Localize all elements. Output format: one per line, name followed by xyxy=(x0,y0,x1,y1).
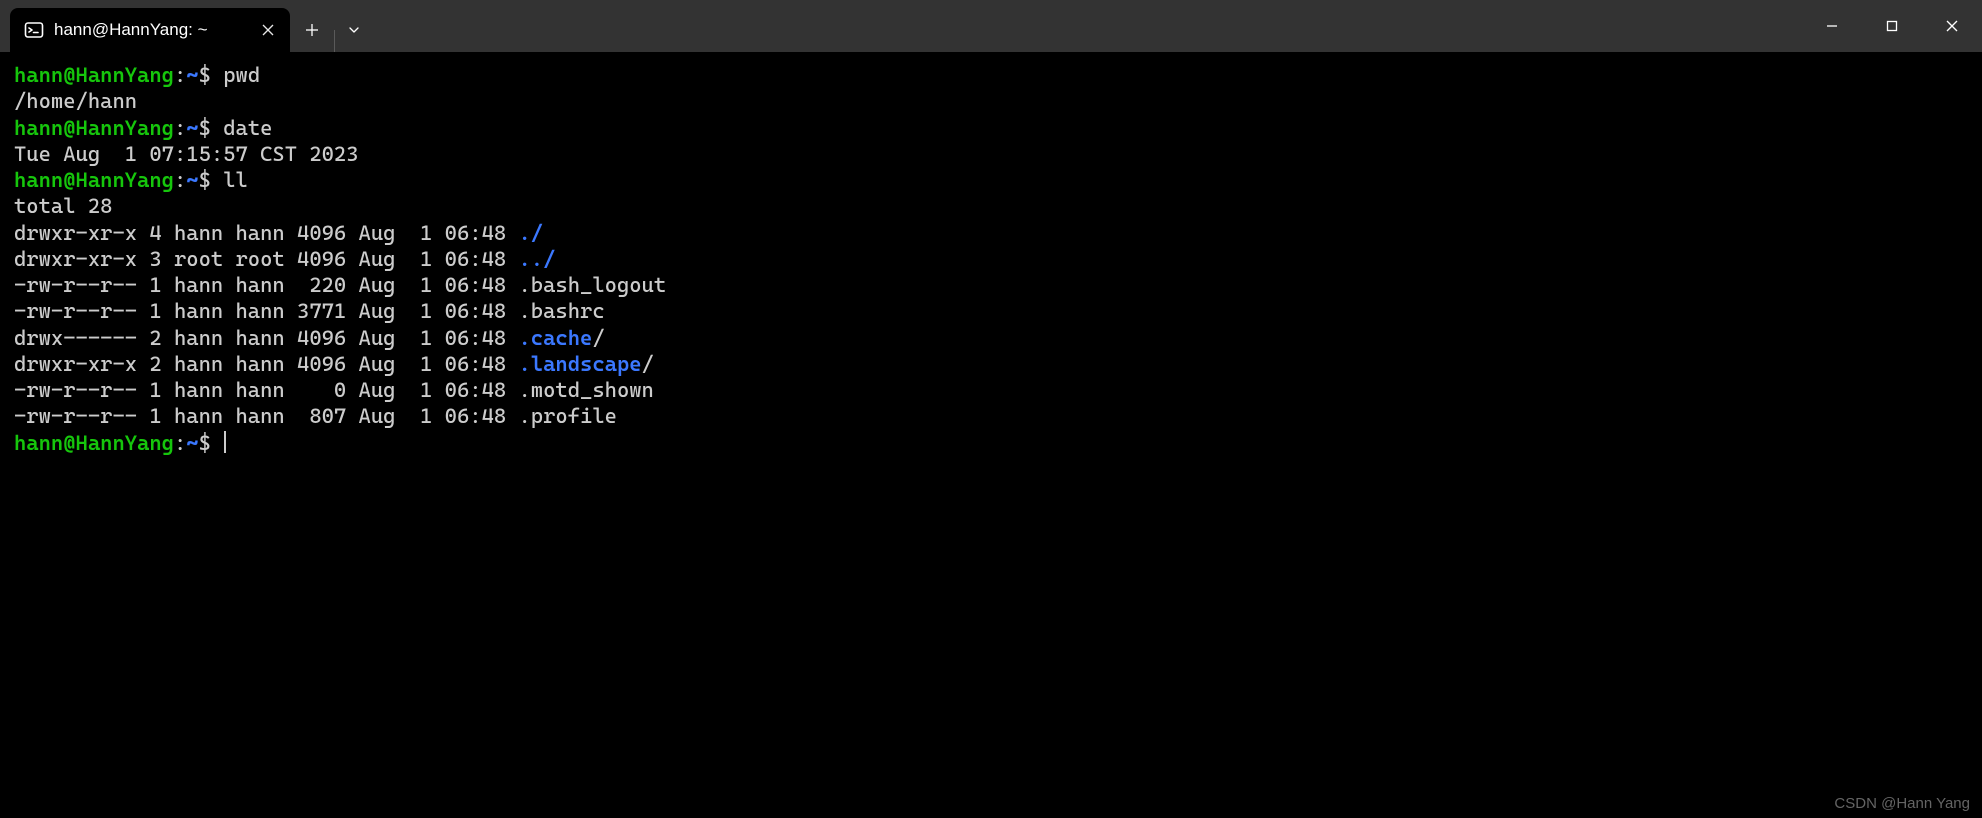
command-text: ll xyxy=(223,168,248,192)
prompt-separator: : xyxy=(174,63,186,87)
prompt-symbol: $ xyxy=(199,431,224,455)
tab-active[interactable]: hann@HannYang: ~ xyxy=(10,8,290,52)
tab-title: hann@HannYang: ~ xyxy=(54,20,250,40)
output-line: -rw-r--r-- 1 hann hann 3771 Aug 1 06:48 … xyxy=(14,298,1968,324)
ll-suffix: / xyxy=(592,326,604,350)
close-icon[interactable] xyxy=(260,22,276,38)
prompt-user-host: hann@HannYang xyxy=(14,116,174,140)
tabs-area: hann@HannYang: ~ xyxy=(0,0,373,52)
prompt-user-host: hann@HannYang xyxy=(14,63,174,87)
output-text: /home/hann xyxy=(14,89,137,113)
output-line: -rw-r--r-- 1 hann hann 807 Aug 1 06:48 .… xyxy=(14,403,1968,429)
titlebar: hann@HannYang: ~ xyxy=(0,0,1982,52)
ll-name: .landscape xyxy=(519,352,642,376)
terminal-icon xyxy=(24,20,44,40)
ll-meta: drwxr-xr-x 4 hann hann 4096 Aug 1 06:48 xyxy=(14,221,519,245)
cursor xyxy=(224,431,226,453)
prompt-separator: : xyxy=(174,168,186,192)
prompt-path: ~ xyxy=(186,116,198,140)
prompt-user-host: hann@HannYang xyxy=(14,431,174,455)
ll-name: .bash_logout xyxy=(519,273,667,297)
terminal-window: hann@HannYang: ~ xyxy=(0,0,1982,818)
prompt-symbol: $ xyxy=(199,168,224,192)
window-close-button[interactable] xyxy=(1922,0,1982,52)
ll-name: ./ xyxy=(519,221,544,245)
terminal-body[interactable]: hann@HannYang:~$ pwd/home/hannhann@HannY… xyxy=(0,52,1982,818)
prompt-line: hann@HannYang:~$ pwd xyxy=(14,62,1968,88)
output-line: drwx------ 2 hann hann 4096 Aug 1 06:48 … xyxy=(14,325,1968,351)
minimize-button[interactable] xyxy=(1802,0,1862,52)
ll-name: .profile xyxy=(519,404,617,428)
output-line: -rw-r--r-- 1 hann hann 220 Aug 1 06:48 .… xyxy=(14,272,1968,298)
prompt-separator: : xyxy=(174,431,186,455)
output-line: drwxr-xr-x 2 hann hann 4096 Aug 1 06:48 … xyxy=(14,351,1968,377)
output-line: drwxr-xr-x 4 hann hann 4096 Aug 1 06:48 … xyxy=(14,220,1968,246)
ll-meta: -rw-r--r-- 1 hann hann 0 Aug 1 06:48 xyxy=(14,378,519,402)
output-text: Tue Aug 1 07:15:57 CST 2023 xyxy=(14,142,359,166)
output-text: total 28 xyxy=(14,194,112,218)
prompt-separator: : xyxy=(174,116,186,140)
prompt-path: ~ xyxy=(186,168,198,192)
ll-suffix: / xyxy=(642,352,654,376)
watermark: CSDN @Hann Yang xyxy=(1834,795,1970,812)
ll-meta: -rw-r--r-- 1 hann hann 807 Aug 1 06:48 xyxy=(14,404,519,428)
prompt-line: hann@HannYang:~$ date xyxy=(14,115,1968,141)
ll-name: ../ xyxy=(519,247,556,271)
ll-name: .motd_shown xyxy=(519,378,654,402)
output-line: total 28 xyxy=(14,193,1968,219)
tab-dropdown-button[interactable] xyxy=(335,8,373,52)
ll-meta: drwxr-xr-x 3 root root 4096 Aug 1 06:48 xyxy=(14,247,519,271)
ll-name: .cache xyxy=(519,326,593,350)
maximize-button[interactable] xyxy=(1862,0,1922,52)
prompt-user-host: hann@HannYang xyxy=(14,168,174,192)
ll-meta: drwxr-xr-x 2 hann hann 4096 Aug 1 06:48 xyxy=(14,352,519,376)
output-line: Tue Aug 1 07:15:57 CST 2023 xyxy=(14,141,1968,167)
ll-name: .bashrc xyxy=(519,299,605,323)
output-line: drwxr-xr-x 3 root root 4096 Aug 1 06:48 … xyxy=(14,246,1968,272)
output-line: /home/hann xyxy=(14,88,1968,114)
window-controls xyxy=(1802,0,1982,52)
command-text: date xyxy=(223,116,272,140)
ll-meta: -rw-r--r-- 1 hann hann 220 Aug 1 06:48 xyxy=(14,273,519,297)
prompt-symbol: $ xyxy=(199,116,224,140)
prompt-line: hann@HannYang:~$ xyxy=(14,430,1968,456)
prompt-path: ~ xyxy=(186,63,198,87)
ll-meta: drwx------ 2 hann hann 4096 Aug 1 06:48 xyxy=(14,326,519,350)
prompt-symbol: $ xyxy=(199,63,224,87)
prompt-line: hann@HannYang:~$ ll xyxy=(14,167,1968,193)
prompt-path: ~ xyxy=(186,431,198,455)
command-text: pwd xyxy=(223,63,260,87)
output-line: -rw-r--r-- 1 hann hann 0 Aug 1 06:48 .mo… xyxy=(14,377,1968,403)
ll-meta: -rw-r--r-- 1 hann hann 3771 Aug 1 06:48 xyxy=(14,299,519,323)
new-tab-button[interactable] xyxy=(290,8,334,52)
